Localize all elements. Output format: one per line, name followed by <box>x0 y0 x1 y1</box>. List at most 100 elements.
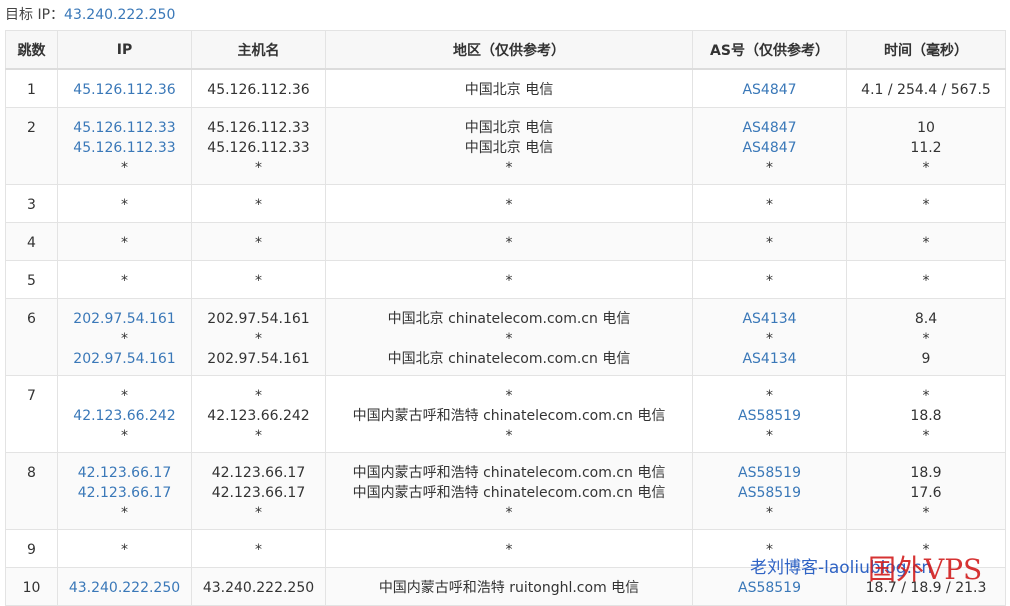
ip-value: * <box>121 542 128 558</box>
hop-cell: 1 <box>5 68 58 108</box>
region-cell: * 中国内蒙古呼和浩特 chinatelecom.com.cn 电信 * <box>325 375 693 453</box>
hop-cell: 10 <box>5 567 58 606</box>
hostname-cell: * <box>191 529 326 568</box>
as-value: * <box>766 197 773 213</box>
ip-cell: * <box>57 529 192 568</box>
hostname-cell: 202.97.54.161 * 202.97.54.161 <box>191 298 326 376</box>
table-row: 5 * * * * * <box>5 260 1006 299</box>
as-value: * <box>766 273 773 289</box>
region-value: * <box>505 428 513 444</box>
time-value: * <box>922 388 930 404</box>
ip-link[interactable]: 45.126.112.33 <box>58 138 191 158</box>
ip-link[interactable]: 45.126.112.36 <box>58 80 191 100</box>
region-value: 中国内蒙古呼和浩特 chinatelecom.com.cn 电信 <box>352 408 666 424</box>
time-value: 11.2 <box>910 140 942 156</box>
as-link[interactable]: AS58519 <box>693 463 846 483</box>
hop-cell: 9 <box>5 529 58 568</box>
as-link[interactable]: AS4134 <box>693 309 846 329</box>
region-cell: 中国内蒙古呼和浩特 ruitonghl.com 电信 <box>325 567 693 606</box>
ip-cell: * 42.123.66.242 * <box>57 375 192 453</box>
table-row: 2 45.126.112.33 45.126.112.33 * 45.126.112.3… <box>5 107 1006 185</box>
header-region: 地区（仅供参考） <box>325 30 693 70</box>
ip-link[interactable]: 42.123.66.242 <box>58 406 191 426</box>
hop-cell: 8 <box>5 452 58 530</box>
time-value: 17.6 <box>910 485 942 501</box>
region-value: 中国北京 电信 <box>464 140 554 156</box>
time-value: 10 <box>917 120 935 136</box>
time-cell: 18.9 17.6 * <box>846 452 1006 530</box>
time-value: 4.1 / 254.4 / 567.5 <box>861 82 991 98</box>
time-value: * <box>922 505 930 521</box>
hostname-cell: * <box>191 260 326 299</box>
table-row: 6 202.97.54.161 * 202.97.54.161 202.97.54.16… <box>5 298 1006 376</box>
as-link[interactable]: AS58519 <box>693 578 846 598</box>
hop-cell: 2 <box>5 107 58 185</box>
as-value: * <box>766 235 773 251</box>
as-link[interactable]: AS4847 <box>693 118 846 138</box>
as-link[interactable]: AS4847 <box>693 80 846 100</box>
ip-link[interactable]: 43.240.222.250 <box>58 578 191 598</box>
time-value: * <box>922 235 930 251</box>
ip-link[interactable]: 45.126.112.33 <box>58 118 191 138</box>
hostname-cell: * <box>191 222 326 261</box>
region-value: 中国北京 chinatelecom.com.cn 电信 <box>387 311 631 327</box>
region-cell: * <box>325 222 693 261</box>
hostname-value: 202.97.54.161 <box>207 311 310 327</box>
ip-cell: 45.126.112.36 <box>57 68 192 108</box>
time-value: 9 <box>921 351 931 367</box>
target-ip-label: 目标 IP： <box>5 7 65 23</box>
time-cell: * <box>846 260 1006 299</box>
table-row: 3 * * * * * <box>5 184 1006 223</box>
hostname-cell: 45.126.112.33 45.126.112.33 * <box>191 107 326 185</box>
ip-value: * <box>121 160 128 176</box>
time-value: * <box>922 273 930 289</box>
hostname-value: 42.123.66.17 <box>211 485 306 501</box>
hostname-value: * <box>255 197 262 213</box>
time-cell: * 18.8 * <box>846 375 1006 453</box>
hostname-value: * <box>255 542 262 558</box>
table-row: 4 * * * * * <box>5 222 1006 261</box>
ip-value: * <box>121 388 128 404</box>
as-value: * <box>766 160 773 176</box>
ip-link[interactable]: 42.123.66.17 <box>58 463 191 483</box>
as-link[interactable]: AS58519 <box>693 406 846 426</box>
region-cell: * <box>325 260 693 299</box>
as-link[interactable]: AS4847 <box>693 138 846 158</box>
region-value: * <box>505 505 513 521</box>
ip-link[interactable]: 202.97.54.161 <box>58 309 191 329</box>
as-cell: * <box>692 184 847 223</box>
as-link[interactable]: AS4134 <box>693 349 846 369</box>
header-as: AS号（仅供参考） <box>692 30 847 70</box>
ip-cell: 45.126.112.33 45.126.112.33 * <box>57 107 192 185</box>
ip-value: * <box>121 235 128 251</box>
time-value: * <box>922 197 930 213</box>
region-value: 中国内蒙古呼和浩特 chinatelecom.com.cn 电信 <box>352 485 666 501</box>
hostname-value: 42.123.66.242 <box>207 408 310 424</box>
hostname-value: * <box>255 505 262 521</box>
region-value: * <box>505 235 513 251</box>
time-value: * <box>922 331 930 347</box>
ip-value: * <box>121 505 128 521</box>
ip-link[interactable]: 202.97.54.161 <box>58 349 191 369</box>
hostname-value: 45.126.112.33 <box>207 140 310 156</box>
header-ip: IP <box>57 30 192 70</box>
time-cell: 10 11.2 * <box>846 107 1006 185</box>
hostname-value: * <box>255 160 262 176</box>
region-value: * <box>505 331 513 347</box>
target-ip-value: 43.240.222.250 <box>64 7 176 23</box>
as-value: * <box>766 428 773 444</box>
hostname-value: * <box>255 428 262 444</box>
region-value: * <box>505 197 513 213</box>
hostname-value: 42.123.66.17 <box>211 465 306 481</box>
ip-cell: * <box>57 184 192 223</box>
as-cell: AS4847 AS4847 * <box>692 107 847 185</box>
hostname-value: 43.240.222.250 <box>202 580 315 596</box>
hostname-value: * <box>255 273 262 289</box>
table-row: 7 * 42.123.66.242 * * 42.123.66.242 * * 中国内蒙古呼和浩… <box>5 375 1006 453</box>
time-value: 8.4 <box>914 311 938 327</box>
hop-cell: 6 <box>5 298 58 376</box>
as-link[interactable]: AS58519 <box>693 483 846 503</box>
ip-link[interactable]: 42.123.66.17 <box>58 483 191 503</box>
ip-value: * <box>121 331 128 347</box>
as-cell: * <box>692 260 847 299</box>
